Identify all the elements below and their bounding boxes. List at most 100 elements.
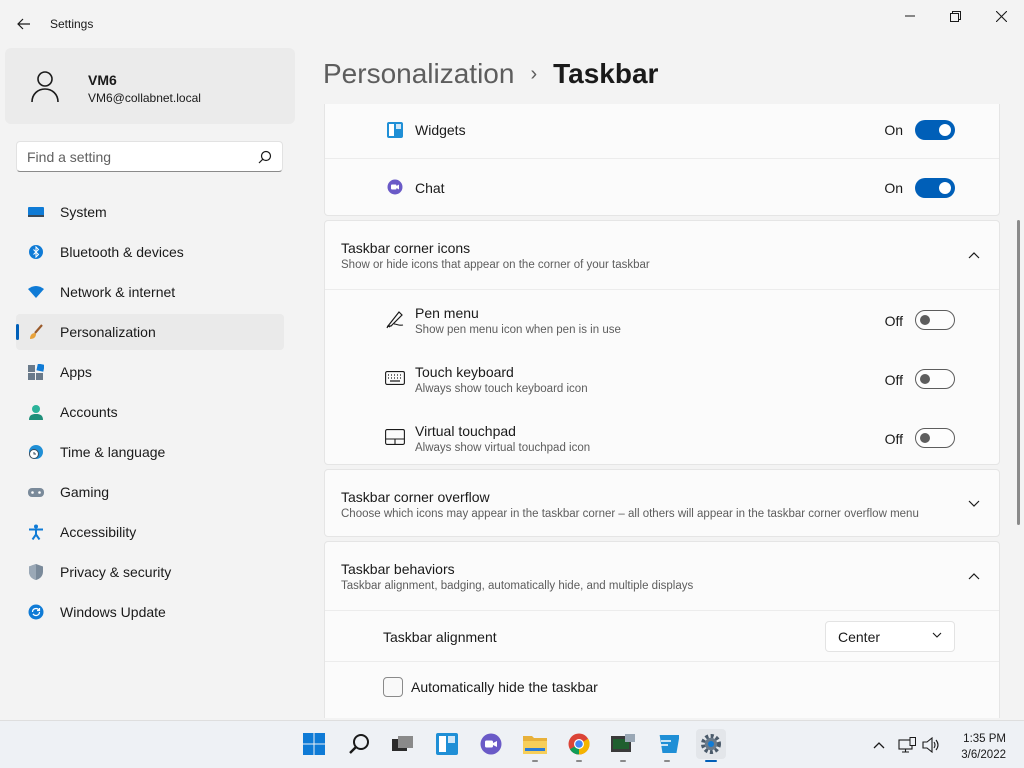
chat-toggle[interactable] bbox=[915, 178, 955, 198]
sidebar-item-accounts[interactable]: Accounts bbox=[16, 394, 284, 430]
sidebar-item-time-language[interactable]: Time & language bbox=[16, 434, 284, 470]
autohide-checkbox[interactable] bbox=[383, 677, 403, 697]
touch-keyboard-state-label: Off bbox=[884, 372, 903, 388]
gamepad-icon bbox=[28, 484, 44, 500]
chat-state-label: On bbox=[884, 180, 903, 196]
sidebar-item-gaming[interactable]: Gaming bbox=[16, 474, 284, 510]
chevron-up-icon[interactable] bbox=[967, 569, 981, 583]
sidebar-item-label: Accounts bbox=[60, 404, 118, 420]
touch-keyboard-row: Touch keyboard Always show touch keyboar… bbox=[325, 349, 999, 408]
chevron-up-icon[interactable] bbox=[967, 248, 981, 262]
sidebar-item-accessibility[interactable]: Accessibility bbox=[16, 514, 284, 550]
remote-desktop-icon bbox=[659, 735, 679, 753]
touch-keyboard-description: Always show touch keyboard icon bbox=[415, 383, 588, 395]
taskbar-behaviors-card: Taskbar behaviors Taskbar alignment, bad… bbox=[324, 541, 1000, 718]
sidebar-nav: System Bluetooth & devices Network & int… bbox=[16, 194, 284, 634]
sidebar-item-bluetooth[interactable]: Bluetooth & devices bbox=[16, 234, 284, 270]
pen-menu-row: Pen menu Show pen menu icon when pen is … bbox=[325, 290, 999, 349]
sidebar-item-label: Gaming bbox=[60, 484, 110, 500]
widgets-toggle[interactable] bbox=[915, 120, 955, 140]
back-button[interactable] bbox=[10, 10, 38, 38]
settings-app-button[interactable] bbox=[696, 729, 726, 762]
behaviors-header[interactable]: Taskbar behaviors Taskbar alignment, bad… bbox=[325, 542, 999, 610]
close-icon bbox=[995, 10, 1007, 22]
taskbar-search-button[interactable] bbox=[344, 729, 374, 759]
content-scrollbar[interactable] bbox=[1017, 220, 1020, 525]
volume-button[interactable] bbox=[922, 736, 940, 754]
show-hidden-icons-button[interactable] bbox=[870, 736, 888, 754]
search-icon bbox=[349, 734, 369, 754]
minimize-icon bbox=[905, 15, 915, 17]
terminal-icon bbox=[611, 734, 635, 752]
corner-icons-title: Taskbar corner icons bbox=[341, 240, 471, 256]
terminal-app-button[interactable] bbox=[608, 729, 638, 762]
touch-keyboard-label: Touch keyboard bbox=[415, 364, 514, 380]
widgets-button[interactable] bbox=[432, 729, 462, 759]
system-icon bbox=[28, 204, 44, 220]
sidebar-item-system[interactable]: System bbox=[16, 194, 284, 230]
active-indicator bbox=[705, 760, 717, 762]
alignment-dropdown[interactable]: Center bbox=[825, 621, 955, 652]
remote-desktop-button[interactable] bbox=[652, 729, 682, 762]
corner-icons-card: Taskbar corner icons Show or hide icons … bbox=[324, 220, 1000, 465]
file-explorer-button[interactable] bbox=[520, 729, 550, 762]
breadcrumb: Personalization › Taskbar bbox=[323, 58, 658, 90]
clock-date: 3/6/2022 bbox=[961, 749, 1006, 761]
widgets-row: Widgets On bbox=[325, 104, 999, 158]
wifi-icon bbox=[28, 284, 44, 300]
chat-label: Chat bbox=[415, 180, 445, 196]
autohide-label: Automatically hide the taskbar bbox=[411, 679, 598, 695]
chat-button[interactable] bbox=[476, 729, 506, 759]
running-indicator bbox=[620, 760, 626, 762]
chevron-down-icon[interactable] bbox=[967, 497, 981, 511]
maximize-button[interactable] bbox=[932, 0, 978, 32]
search-box[interactable] bbox=[16, 141, 283, 172]
sidebar-item-network[interactable]: Network & internet bbox=[16, 274, 284, 310]
touch-keyboard-toggle[interactable] bbox=[915, 369, 955, 389]
corner-icons-header[interactable]: Taskbar corner icons Show or hide icons … bbox=[325, 221, 999, 289]
corner-icons-description: Show or hide icons that appear on the co… bbox=[341, 259, 650, 271]
folder-icon bbox=[523, 736, 547, 754]
pen-menu-toggle[interactable] bbox=[915, 310, 955, 330]
virtual-touchpad-state-label: Off bbox=[884, 431, 903, 447]
sidebar-item-windows-update[interactable]: Windows Update bbox=[16, 594, 284, 630]
corner-overflow-card[interactable]: Taskbar corner overflow Choose which ico… bbox=[324, 469, 1000, 537]
virtual-touchpad-toggle[interactable] bbox=[915, 428, 955, 448]
pen-menu-state-label: Off bbox=[884, 313, 903, 329]
update-icon bbox=[28, 604, 44, 620]
chrome-button[interactable] bbox=[564, 729, 594, 762]
widgets-state-label: On bbox=[884, 122, 903, 138]
corner-overflow-description: Choose which icons may appear in the tas… bbox=[341, 508, 919, 520]
task-view-button[interactable] bbox=[388, 729, 418, 759]
close-button[interactable] bbox=[978, 0, 1024, 32]
app-title: Settings bbox=[50, 17, 94, 31]
search-icon[interactable] bbox=[258, 150, 272, 164]
virtual-touchpad-label: Virtual touchpad bbox=[415, 423, 516, 439]
pen-menu-description: Show pen menu icon when pen is in use bbox=[415, 324, 621, 336]
sidebar-item-label: Privacy & security bbox=[60, 564, 172, 580]
avatar bbox=[27, 68, 63, 104]
brush-icon bbox=[28, 324, 44, 340]
settings-content: Widgets On Chat On Taskbar corner icons … bbox=[324, 104, 1000, 718]
network-status-button[interactable] bbox=[898, 736, 916, 754]
start-button[interactable] bbox=[299, 729, 329, 759]
minimize-button[interactable] bbox=[887, 0, 933, 32]
sidebar-item-label: Accessibility bbox=[60, 524, 137, 540]
restore-icon bbox=[949, 10, 961, 22]
breadcrumb-separator: › bbox=[530, 62, 538, 85]
breadcrumb-parent-link[interactable]: Personalization bbox=[323, 58, 514, 90]
sidebar-item-privacy-security[interactable]: Privacy & security bbox=[16, 554, 284, 590]
sidebar-item-apps[interactable]: Apps bbox=[16, 354, 284, 390]
sidebar-item-label: Windows Update bbox=[60, 604, 166, 620]
behaviors-description: Taskbar alignment, badging, automaticall… bbox=[341, 580, 694, 592]
pen-icon bbox=[385, 309, 405, 329]
alignment-selected-value: Center bbox=[838, 628, 881, 645]
search-input[interactable] bbox=[27, 148, 258, 165]
running-indicator bbox=[664, 760, 670, 762]
sidebar-item-personalization[interactable]: Personalization bbox=[16, 314, 284, 350]
running-indicator bbox=[532, 760, 538, 762]
user-account-card[interactable]: VM6 VM6@collabnet.local bbox=[5, 48, 295, 124]
chat-icon bbox=[385, 177, 405, 197]
taskbar-clock[interactable]: 1:35 PM 3/6/2022 bbox=[961, 731, 1006, 763]
title-bar: Settings bbox=[0, 0, 1024, 48]
